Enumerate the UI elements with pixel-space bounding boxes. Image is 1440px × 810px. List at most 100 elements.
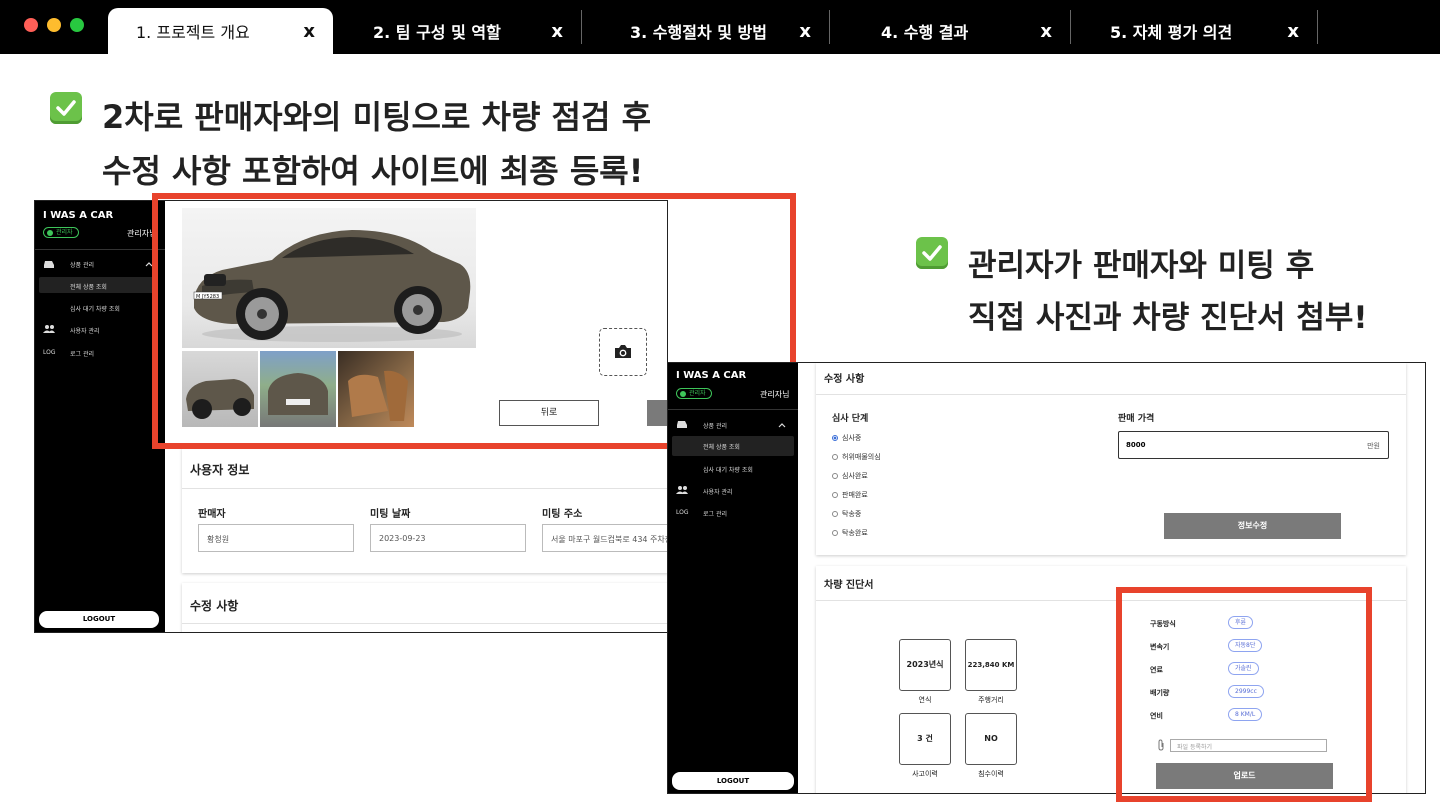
chevron-up-icon[interactable] (778, 422, 786, 428)
radio-dot (832, 454, 838, 460)
meeting-date-label: 미팅 날짜 (370, 509, 411, 520)
radio-dot (832, 511, 838, 517)
stat-flood: NO (965, 713, 1017, 765)
review-option-radio[interactable]: 허위매물의심 (832, 452, 881, 462)
price-unit: 만원 (1367, 442, 1380, 450)
meeting-address-label: 미팅 주소 (542, 509, 583, 520)
diagnosis-title: 차량 진단서 (824, 580, 874, 591)
stat-flood-label: 침수이력 (978, 770, 1004, 778)
radio-label: 판매완료 (842, 491, 868, 499)
edits-card: 수정 사항 심사 단계 심사중 허위매물의심 심사완료 판매완료 탁송중 탁송완… (816, 363, 1406, 555)
sidebar-item-pending[interactable]: 심사 대기 차량 조회 (703, 465, 753, 474)
user-info-title: 사용자 정보 (190, 463, 250, 477)
radio-label: 탁송중 (842, 510, 862, 518)
tab-label: 1. 프로젝트 개요 (136, 23, 250, 42)
radio-label: 탁송완료 (842, 529, 868, 537)
stat-year-label: 연식 (918, 696, 932, 704)
tab-self-evaluation[interactable]: 5. 자체 평가 의견 x (1082, 8, 1317, 54)
admin-name: 관리자님 (760, 390, 790, 399)
sidebar-item-users[interactable]: 사용자 관리 (70, 326, 100, 335)
radio-label: 심사중 (842, 434, 862, 442)
sidebar-item-logs[interactable]: 로그 관리 (703, 509, 727, 518)
review-option-radio[interactable]: 탁송중 (832, 509, 861, 519)
tab-close-button[interactable]: x (303, 21, 315, 42)
review-option-radio[interactable]: 탁송완료 (832, 528, 868, 538)
review-option-radio[interactable]: 판매완료 (832, 490, 868, 500)
heading-left-line2: 수정 사항 포함하여 사이트에 최종 등록! (102, 152, 644, 190)
price-label: 판매 가격 (1118, 414, 1155, 424)
tab-divider (829, 10, 830, 44)
logout-button[interactable]: LOGOUT (672, 772, 794, 790)
sidebar-item-all-products[interactable]: 전체 상품 조회 (703, 442, 740, 451)
radio-dot (832, 473, 838, 479)
sidebar-item-logs[interactable]: 로그 관리 (70, 349, 94, 358)
review-option-radio[interactable]: 심사중 (832, 433, 861, 443)
stat-accidents: 3 건 (899, 713, 951, 765)
tab-close-button[interactable]: x (1287, 21, 1299, 42)
radio-dot (832, 530, 838, 536)
sidebar-item-products[interactable]: 상품 관리 (703, 421, 727, 430)
maximize-window-button[interactable] (70, 18, 84, 32)
stat-accidents-label: 사고이력 (912, 770, 938, 778)
heading-right-line2: 직접 사진과 차량 진단서 첨부! (968, 300, 1368, 336)
sidebar: I WAS A CAR 관리자 관리자님 상품 관리 전체 상품 조회 심사 대… (35, 201, 165, 632)
brand-logo[interactable]: I WAS A CAR (676, 370, 746, 381)
users-icon (676, 486, 688, 494)
sidebar-item-all-products[interactable]: 전체 상품 조회 (70, 282, 107, 291)
sidebar-item-users[interactable]: 사용자 관리 (703, 487, 733, 496)
log-icon: LOG (43, 349, 56, 356)
tab-label: 4. 수행 결과 (881, 23, 969, 42)
check-icon (50, 92, 82, 124)
tab-divider (581, 10, 582, 44)
tab-close-button[interactable]: x (1040, 21, 1052, 42)
tab-close-button[interactable]: x (799, 21, 811, 42)
meeting-address-field[interactable]: 서울 마포구 월드컵북로 434 주차장 (542, 524, 667, 552)
divider (182, 488, 667, 489)
radio-label: 심사완료 (842, 472, 868, 480)
user-info-card: 사용자 정보 판매자 황청원 미팅 날짜 2023-09-23 미팅 주소 서울… (182, 448, 667, 573)
tab-bar: 1. 프로젝트 개요 x 2. 팀 구성 및 역할 x 3. 수행절차 및 방법… (0, 0, 1440, 54)
price-value: 8000 (1126, 441, 1146, 449)
close-window-button[interactable] (24, 18, 38, 32)
tab-divider (1317, 10, 1318, 44)
edits-title: 수정 사항 (824, 374, 865, 385)
stat-mileage-label: 주행거리 (978, 696, 1004, 704)
tab-label: 2. 팀 구성 및 역할 (373, 23, 501, 42)
check-icon (916, 237, 948, 269)
role-badge: 관리자 (676, 388, 712, 399)
minimize-window-button[interactable] (47, 18, 61, 32)
brand-logo[interactable]: I WAS A CAR (43, 210, 113, 221)
seller-label: 판매자 (198, 509, 226, 520)
price-input[interactable]: 8000 만원 (1118, 431, 1389, 459)
edits-card: 수정 사항 (182, 583, 667, 632)
stat-mileage: 223,840 KM (965, 639, 1017, 691)
sidebar-divider (668, 409, 798, 410)
tab-project-overview[interactable]: 1. 프로젝트 개요 x (108, 8, 333, 54)
review-option-radio[interactable]: 심사완료 (832, 471, 868, 481)
sidebar-item-products[interactable]: 상품 관리 (70, 260, 94, 269)
tab-process-method[interactable]: 3. 수행절차 및 방법 x (602, 8, 829, 54)
update-info-button[interactable]: 정보수정 (1164, 513, 1341, 539)
divider (816, 394, 1406, 395)
tab-label: 5. 자체 평가 의견 (1110, 23, 1233, 42)
car-icon (44, 261, 54, 268)
radio-dot (832, 435, 838, 441)
logout-button[interactable]: LOGOUT (39, 611, 159, 628)
users-icon (43, 325, 55, 333)
meeting-date-field[interactable]: 2023-09-23 (370, 524, 526, 552)
seller-field[interactable]: 황청원 (198, 524, 354, 552)
review-stage-label: 심사 단계 (832, 414, 869, 424)
edits-title: 수정 사항 (190, 599, 239, 613)
radio-dot (832, 492, 838, 498)
radio-label: 허위매물의심 (842, 453, 881, 461)
divider (182, 623, 667, 624)
heading-left-line1: 2차로 판매자와의 미팅으로 차량 점검 후 (102, 98, 652, 136)
sidebar-item-pending[interactable]: 심사 대기 차량 조회 (70, 304, 120, 313)
heading-right-line1: 관리자가 판매자와 미팅 후 (968, 248, 1315, 284)
tab-label: 3. 수행절차 및 방법 (630, 23, 767, 42)
role-badge: 관리자 (43, 227, 79, 238)
tab-close-button[interactable]: x (551, 21, 563, 42)
sidebar-divider (35, 249, 165, 250)
tab-team-roles[interactable]: 2. 팀 구성 및 역할 x (345, 8, 581, 54)
tab-results[interactable]: 4. 수행 결과 x (853, 8, 1070, 54)
